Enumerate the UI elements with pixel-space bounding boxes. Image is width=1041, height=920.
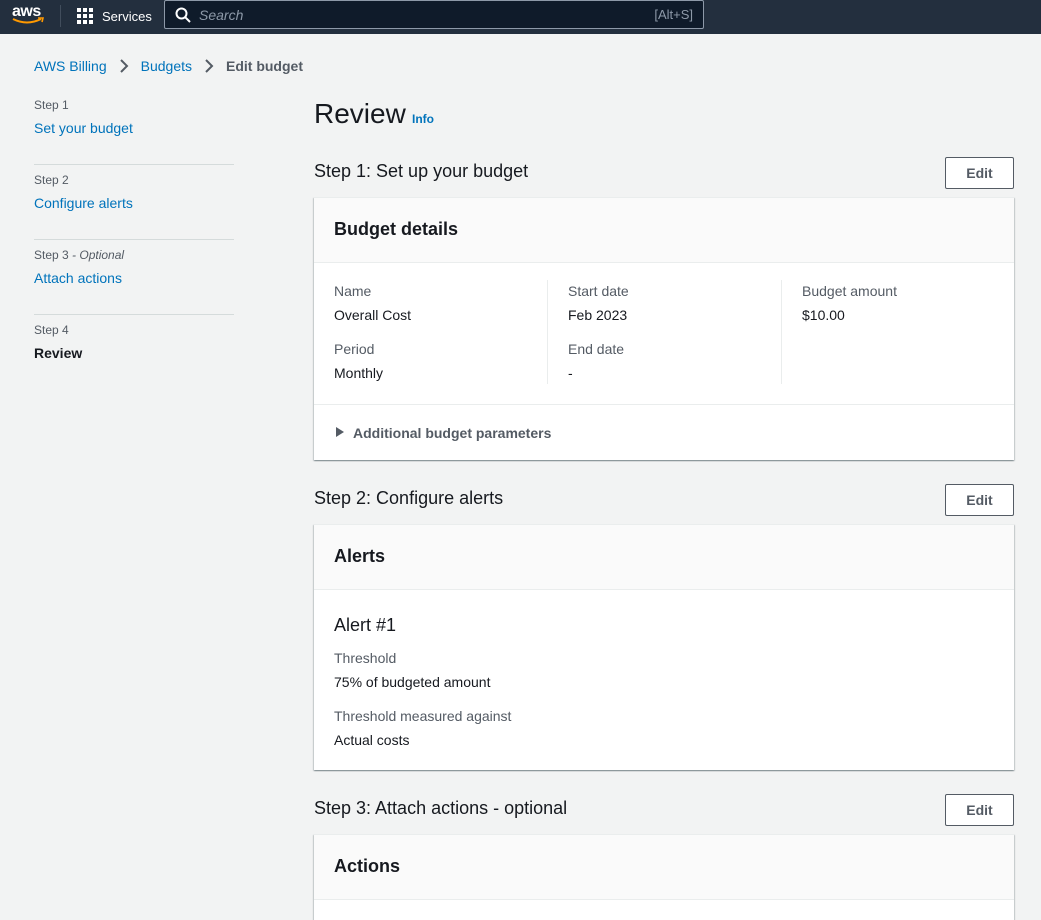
actions-container: Actions <box>314 834 1014 920</box>
breadcrumb-current: Edit budget <box>226 58 303 74</box>
wizard-step-3: Step 3 - Optional Attach actions <box>34 240 234 315</box>
info-link[interactable]: Info <box>412 112 434 126</box>
step-number: Step 2 <box>34 173 69 187</box>
step-number: Step 4 <box>34 323 69 337</box>
edit-step-2-button[interactable]: Edit <box>945 484 1014 516</box>
container-title: Alerts <box>334 546 386 566</box>
budget-amount-value: $10.00 <box>802 307 845 323</box>
step-link-set-your-budget[interactable]: Set your budget <box>34 120 133 136</box>
budget-details-container: Budget details Name Overall Cost Period … <box>314 197 1014 460</box>
end-date-value: - <box>568 365 573 381</box>
grid-icon <box>77 8 93 24</box>
container-title: Budget details <box>334 219 459 239</box>
threshold-label: Threshold <box>334 650 397 666</box>
wizard-steps: Step 1 Set your budget Step 2 Configure … <box>34 90 234 390</box>
container-title: Actions <box>334 856 401 876</box>
step-number: Step 3 - Optional <box>34 248 125 262</box>
chevron-right-icon <box>119 59 129 73</box>
step-link-configure-alerts[interactable]: Configure alerts <box>34 195 133 211</box>
breadcrumb: AWS Billing Budgets Edit budget <box>34 57 303 75</box>
expander-label: Additional budget parameters <box>353 425 552 441</box>
edit-step-3-button[interactable]: Edit <box>945 794 1014 826</box>
chevron-right-icon <box>205 59 214 73</box>
column-divider <box>781 280 782 384</box>
period-value: Monthly <box>334 365 384 381</box>
page-title: Review <box>314 98 406 129</box>
search-input[interactable] <box>199 5 619 25</box>
additional-budget-parameters-expander[interactable]: Additional budget parameters <box>314 404 1014 461</box>
search-icon <box>175 7 191 23</box>
search-shortcut-hint: [Alt+S] <box>654 7 693 22</box>
step-current-review: Review <box>34 345 83 361</box>
step-number: Step 1 <box>34 98 69 112</box>
breadcrumb-aws-billing[interactable]: AWS Billing <box>34 58 107 74</box>
caret-right-icon <box>336 427 344 437</box>
edit-step-1-button[interactable]: Edit <box>945 157 1014 189</box>
column-divider <box>547 280 548 384</box>
nav-divider <box>60 5 61 27</box>
services-menu-button[interactable]: Services <box>77 6 152 26</box>
aws-logo[interactable]: aws <box>12 3 46 27</box>
period-label: Period <box>334 341 375 357</box>
section-header-step-2: Step 2: Configure alerts <box>314 488 504 508</box>
name-label: Name <box>334 283 372 299</box>
end-date-label: End date <box>568 341 625 357</box>
budget-amount-label: Budget amount <box>802 283 897 299</box>
threshold-value: 75% of budgeted amount <box>334 674 491 690</box>
section-header-step-1: Step 1: Set up your budget <box>314 161 529 181</box>
container-header: Actions <box>314 835 1014 900</box>
aws-smile-icon <box>12 17 44 24</box>
breadcrumb-budgets[interactable]: Budgets <box>141 58 192 74</box>
alert-title: Alert #1 <box>334 615 397 635</box>
services-label: Services <box>102 8 152 24</box>
start-date-value: Feb 2023 <box>568 307 628 323</box>
search-box[interactable]: [Alt+S] <box>164 0 704 29</box>
threshold-measured-value: Actual costs <box>334 732 410 748</box>
start-date-label: Start date <box>568 283 629 299</box>
top-navigation-bar: aws Services [Alt+S] <box>0 0 1041 34</box>
container-header: Budget details <box>314 198 1014 263</box>
section-header-step-3: Step 3: Attach actions - optional <box>314 798 568 818</box>
wizard-step-4: Step 4 Review <box>34 315 234 390</box>
optional-tag: - Optional <box>68 248 125 262</box>
wizard-step-2: Step 2 Configure alerts <box>34 165 234 240</box>
container-header: Alerts <box>314 525 1014 590</box>
threshold-measured-label: Threshold measured against <box>334 708 512 724</box>
name-value: Overall Cost <box>334 307 412 323</box>
alerts-container: Alerts Alert #1 Threshold 75% of budgete… <box>314 524 1014 770</box>
wizard-step-1: Step 1 Set your budget <box>34 90 234 165</box>
step-link-attach-actions[interactable]: Attach actions <box>34 270 122 286</box>
